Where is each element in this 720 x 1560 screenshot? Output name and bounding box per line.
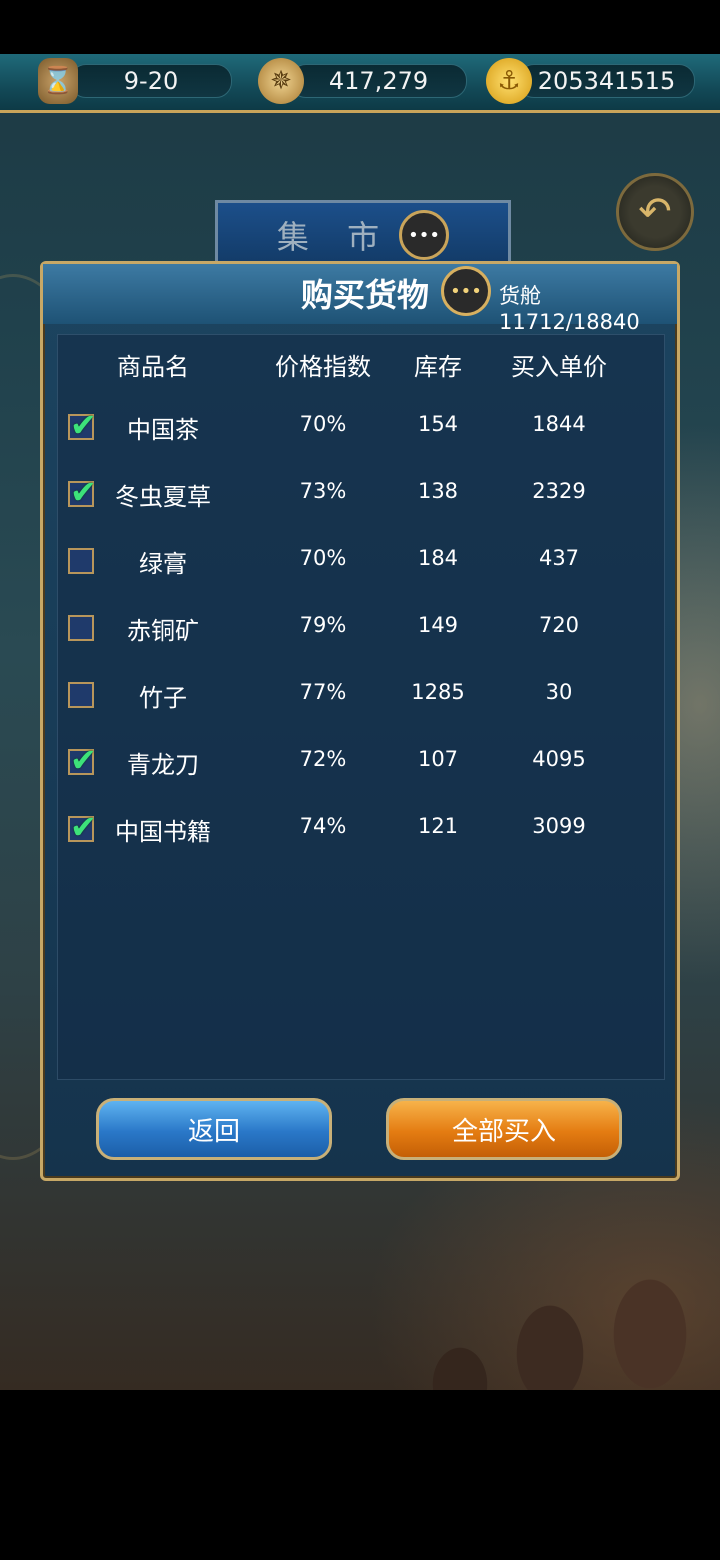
unit-price: 1844 — [532, 412, 586, 436]
background-pots — [380, 1204, 720, 1390]
price-index: 70% — [299, 412, 347, 436]
dialog-title: 购买货物 — [301, 276, 430, 314]
return-button-label: 返回 — [187, 1116, 240, 1147]
buy-all-button-label: 全部买入 — [451, 1116, 556, 1147]
checkmark-icon: ✔ — [70, 473, 97, 511]
item-name: 中国茶 — [127, 416, 199, 444]
table-row[interactable]: ✔ 冬虫夏草 73% 138 2329 — [58, 465, 664, 531]
item-name: 竹子 — [139, 684, 187, 712]
unit-price: 4095 — [532, 747, 586, 771]
header-unit-price: 买入单价 — [511, 353, 607, 381]
select-checkbox[interactable]: ✔ — [68, 406, 97, 444]
unit-price: 720 — [538, 613, 580, 637]
header-stock: 库存 — [414, 353, 462, 381]
price-index: 73% — [299, 479, 347, 503]
stock-count: 107 — [417, 747, 459, 771]
table-row[interactable]: ✔ 中国茶 70% 154 1844 — [58, 398, 664, 464]
return-button[interactable]: 返回 — [96, 1098, 332, 1160]
chat-bubble-icon[interactable]: ••• — [441, 266, 491, 316]
buy-all-button[interactable]: 全部买入 — [386, 1098, 622, 1160]
unit-price: 2329 — [532, 479, 586, 503]
date-text: 9-20 — [123, 67, 179, 95]
item-name: 中国书籍 — [115, 818, 211, 846]
unit-price: 437 — [538, 546, 580, 570]
header-name: 商品名 — [117, 353, 189, 381]
price-index: 79% — [299, 613, 347, 637]
item-name: 绿膏 — [139, 550, 187, 578]
select-checkbox[interactable] — [68, 682, 94, 708]
status-bar: 9-20 ⌛ 417,279 ✵ 205341515 ⚓ — [0, 54, 720, 113]
select-checkbox[interactable]: ✔ — [68, 741, 97, 779]
select-checkbox[interactable]: ✔ — [68, 808, 97, 846]
unit-price: 30 — [545, 680, 573, 704]
purchase-dialog: 购买货物 ••• 货舱11712/18840 商品名 价格指数 库存 买入单价 … — [40, 261, 680, 1181]
date-display: 9-20 — [70, 64, 232, 98]
stock-count: 1285 — [411, 680, 465, 704]
select-checkbox[interactable]: ✔ — [68, 473, 97, 511]
stock-count: 184 — [417, 546, 459, 570]
market-title: 集 市 — [276, 218, 394, 256]
checkmark-icon: ✔ — [70, 808, 97, 846]
price-index: 72% — [299, 747, 347, 771]
market-banner: 集 市 ••• — [215, 200, 511, 267]
stock-count: 154 — [417, 412, 459, 436]
header-price-index: 价格指数 — [275, 353, 371, 381]
back-arrow-button[interactable]: ↶ — [616, 173, 694, 251]
table-row[interactable]: 竹子 77% 1285 30 — [58, 666, 664, 732]
compass-value: 417,279 — [328, 67, 429, 95]
table-row[interactable]: 赤铜矿 79% 149 720 — [58, 599, 664, 665]
chat-icon[interactable]: ••• — [399, 210, 450, 260]
gold-value: 205341515 — [537, 67, 676, 95]
price-index: 77% — [299, 680, 347, 704]
price-index: 74% — [299, 814, 347, 838]
price-index: 70% — [299, 546, 347, 570]
cargo-capacity: 货舱11712/18840 — [499, 284, 640, 334]
hourglass-icon: ⌛ — [38, 58, 78, 104]
item-name: 冬虫夏草 — [115, 483, 211, 511]
goods-table: 商品名 价格指数 库存 买入单价 ✔ 中国茶 70% 154 1844 ✔ 冬虫夏草 73% 1… — [57, 334, 665, 1080]
compass-icon: ✵ — [258, 58, 304, 104]
stock-count: 138 — [417, 479, 459, 503]
checkmark-icon: ✔ — [70, 406, 97, 444]
unit-price: 3099 — [532, 814, 586, 838]
back-arrow-icon: ↶ — [638, 189, 672, 235]
compass-display: 417,279 — [290, 64, 467, 98]
stock-count: 121 — [417, 814, 459, 838]
checkmark-icon: ✔ — [70, 741, 97, 779]
stock-count: 149 — [417, 613, 459, 637]
item-name: 赤铜矿 — [127, 617, 199, 645]
table-row[interactable]: ✔ 青龙刀 72% 107 4095 — [58, 733, 664, 799]
dialog-header: 购买货物 ••• 货舱11712/18840 — [43, 264, 677, 334]
item-name: 青龙刀 — [127, 751, 199, 779]
table-row[interactable]: ✔ 中国书籍 74% 121 3099 — [58, 800, 664, 866]
gold-coin-icon: ⚓ — [486, 58, 532, 104]
gold-display: 205341515 — [518, 64, 695, 98]
select-checkbox[interactable] — [68, 615, 94, 641]
table-row[interactable]: 绿膏 70% 184 437 — [58, 532, 664, 598]
select-checkbox[interactable] — [68, 548, 94, 574]
